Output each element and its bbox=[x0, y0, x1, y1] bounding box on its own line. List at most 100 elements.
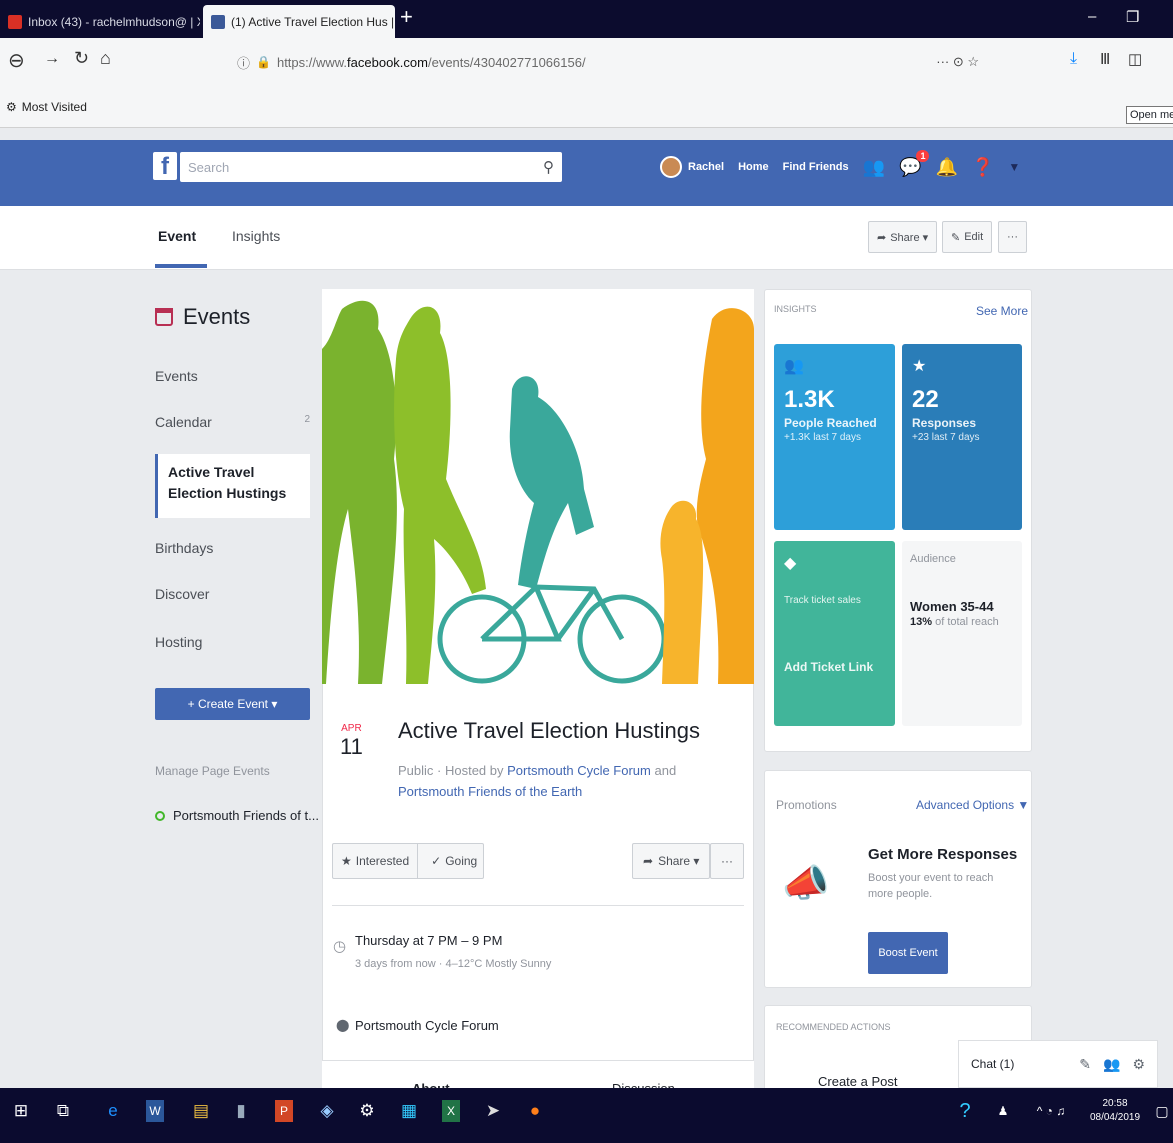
settings-icon[interactable]: ⚙ bbox=[358, 1100, 376, 1122]
event-host-line: Public · Hosted by Portsmouth Cycle Foru… bbox=[398, 760, 738, 802]
event-more-button[interactable]: ··· bbox=[710, 843, 744, 879]
going-button[interactable]: ✓ Going bbox=[423, 854, 485, 868]
home-link[interactable]: Home bbox=[738, 161, 769, 173]
tray-icons[interactable]: ^ ◔ ♫ bbox=[1026, 1100, 1076, 1122]
url-path: /events/430402771066156/ bbox=[427, 54, 586, 70]
share-icon: ➦ bbox=[643, 854, 654, 868]
share-icon: ➦ bbox=[877, 231, 887, 244]
edit-button[interactable]: ✎ Edit bbox=[942, 221, 993, 253]
chevron-down-icon[interactable]: ▼ bbox=[1008, 160, 1020, 174]
event-time: Thursday at 7 PM – 9 PM bbox=[355, 933, 503, 948]
tooltip: Open me bbox=[1126, 106, 1173, 124]
share-button[interactable]: ➦ Share ▾ bbox=[868, 221, 938, 253]
sidebar-item-hosting[interactable]: Hosting bbox=[155, 634, 310, 650]
sidebar-item-calendar[interactable]: Calendar 2 bbox=[155, 414, 310, 430]
page-item-portsmouth-foe[interactable]: Portsmouth Friends of t... bbox=[155, 808, 319, 823]
contacts-icon[interactable]: 👥 bbox=[1103, 1056, 1120, 1073]
maximize-icon[interactable]: ❐ bbox=[1126, 8, 1139, 26]
sidebar-item-birthdays[interactable]: Birthdays bbox=[155, 540, 310, 556]
compose-icon[interactable]: ✎ bbox=[1079, 1056, 1091, 1073]
advanced-options-link[interactable]: Advanced Options ▼ bbox=[916, 798, 1029, 812]
responses-sub: +23 last 7 days bbox=[912, 432, 980, 443]
user-name: Rachel bbox=[688, 161, 725, 173]
back-icon[interactable]: ⊖ bbox=[8, 48, 25, 73]
tab-title: (1) Active Travel Election Hus | X bbox=[231, 14, 395, 29]
facebook-logo[interactable]: f bbox=[153, 152, 177, 180]
task-view-icon[interactable]: ⧉ bbox=[54, 1100, 72, 1122]
new-tab-button[interactable]: + bbox=[400, 4, 413, 30]
file-explorer-icon[interactable]: ▤ bbox=[192, 1100, 210, 1122]
help-icon[interactable]: ❓ bbox=[972, 157, 994, 178]
url-bar[interactable]: ⓘ 🔒 https://www. facebook.com/events/4304… bbox=[228, 47, 988, 77]
windows-start-icon[interactable]: ⊞ bbox=[12, 1100, 30, 1122]
page-actions-icon[interactable]: ··· ⊙ ☆ bbox=[936, 54, 979, 70]
reload-icon[interactable]: ↻ bbox=[74, 48, 89, 69]
store-icon[interactable]: ▦ bbox=[400, 1100, 418, 1122]
bell-icon[interactable]: 🔔 bbox=[935, 157, 957, 178]
sidebar-item-label: Calendar bbox=[155, 414, 212, 430]
date: 08/04/2019 bbox=[1089, 1112, 1141, 1123]
tab-event[interactable]: Event bbox=[158, 228, 196, 244]
create-event-button[interactable]: + Create Event ▾ bbox=[155, 688, 310, 720]
interested-label: Interested bbox=[355, 854, 410, 868]
library-icon[interactable]: Ⅲ bbox=[1100, 50, 1110, 68]
tab-insights[interactable]: Insights bbox=[232, 228, 280, 244]
see-more-link[interactable]: See More bbox=[976, 304, 1028, 318]
people-icon[interactable]: ♟ bbox=[994, 1100, 1012, 1122]
manage-page-events-label: Manage Page Events bbox=[155, 764, 270, 778]
location-pin-icon: ⬤ bbox=[336, 1018, 350, 1032]
forward-icon[interactable]: → bbox=[44, 50, 60, 68]
messenger-icon[interactable]: 💬 1 bbox=[899, 149, 930, 178]
tab-title: Inbox (43) - rachelmhudson@ | X bbox=[28, 14, 200, 29]
friend-requests-icon[interactable]: 👥 bbox=[863, 157, 885, 178]
chat-bar[interactable]: Chat (1) ✎ 👥 ⚙ bbox=[958, 1040, 1158, 1088]
sidebar-item-active-event[interactable]: Active Travel Election Hustings bbox=[155, 454, 310, 518]
boost-event-button[interactable]: Boost Event bbox=[868, 932, 948, 974]
help-icon[interactable]: ? bbox=[956, 1100, 974, 1122]
search-input[interactable]: Search ⚲ bbox=[180, 152, 562, 182]
powerpoint-icon[interactable]: P bbox=[275, 1100, 293, 1122]
event-location[interactable]: Portsmouth Cycle Forum bbox=[355, 1018, 499, 1033]
gear-icon[interactable]: ⚙ bbox=[1132, 1056, 1145, 1073]
ticket-tile[interactable]: ◆ Track ticket sales Add Ticket Link bbox=[774, 541, 895, 726]
profile-link[interactable]: Rachel bbox=[660, 156, 724, 178]
responses-tile[interactable]: ★ 22 Responses +23 last 7 days bbox=[902, 344, 1022, 530]
host-link-friends-earth[interactable]: Portsmouth Friends of the Earth bbox=[398, 784, 582, 799]
word-icon[interactable]: W bbox=[146, 1100, 164, 1122]
info-icon[interactable]: ⓘ bbox=[237, 53, 250, 72]
excel-icon[interactable]: X bbox=[442, 1100, 460, 1122]
calendar-icon bbox=[155, 308, 173, 326]
notifications-icon[interactable]: ▢ bbox=[1153, 1100, 1171, 1122]
audience-tile: Audience Women 35-44 13% of total reach bbox=[902, 541, 1022, 726]
edge-icon[interactable]: e bbox=[104, 1100, 122, 1122]
home-icon[interactable]: ⌂ bbox=[100, 48, 111, 69]
minimize-icon[interactable]: – bbox=[1088, 8, 1096, 25]
sidebar-item-events[interactable]: Events bbox=[155, 368, 310, 384]
clock[interactable]: 20:58 08/04/2019 bbox=[1080, 1097, 1150, 1125]
media-icon[interactable]: ➤ bbox=[484, 1100, 502, 1122]
header-nav: Rachel Home Find Friends 👥 💬 1 🔔 ❓ ▼ bbox=[660, 149, 1020, 182]
bookmark-most-visited[interactable]: ⚙ Most Visited bbox=[6, 100, 87, 114]
url-prefix: https://www. bbox=[276, 54, 348, 70]
download-icon[interactable]: ⤓ bbox=[1070, 50, 1077, 68]
interested-button[interactable]: ★ Interested bbox=[333, 844, 419, 878]
events-heading: Events bbox=[155, 304, 250, 330]
search-icon[interactable]: ⚲ bbox=[543, 158, 554, 176]
tab-inbox[interactable]: Inbox (43) - rachelmhudson@ | X bbox=[0, 5, 200, 38]
event-share-button[interactable]: ➦ Share ▾ bbox=[632, 843, 711, 879]
people-reached-tile[interactable]: 👥 1.3K People Reached +1.3K last 7 days bbox=[774, 344, 895, 530]
pencil-icon: ✎ bbox=[951, 231, 961, 244]
reached-sub: +1.3K last 7 days bbox=[784, 432, 861, 443]
check-icon: ✓ bbox=[431, 854, 442, 868]
host-link-cycle-forum[interactable]: Portsmouth Cycle Forum bbox=[507, 763, 651, 778]
app-icon[interactable]: ▮ bbox=[232, 1100, 250, 1122]
tab-facebook-event[interactable]: (1) Active Travel Election Hus | X bbox=[203, 5, 395, 38]
app2-icon[interactable]: ◈ bbox=[318, 1100, 336, 1122]
firefox-icon[interactable]: ● bbox=[526, 1100, 544, 1122]
find-friends-link[interactable]: Find Friends bbox=[783, 161, 849, 173]
more-button[interactable]: ··· bbox=[998, 221, 1027, 253]
sidebar-item-discover[interactable]: Discover bbox=[155, 586, 310, 602]
add-ticket-link[interactable]: Add Ticket Link bbox=[784, 660, 885, 674]
sidebar-icon[interactable]: ◫ bbox=[1128, 50, 1142, 68]
create-post-action[interactable]: Create a Post bbox=[818, 1074, 898, 1089]
